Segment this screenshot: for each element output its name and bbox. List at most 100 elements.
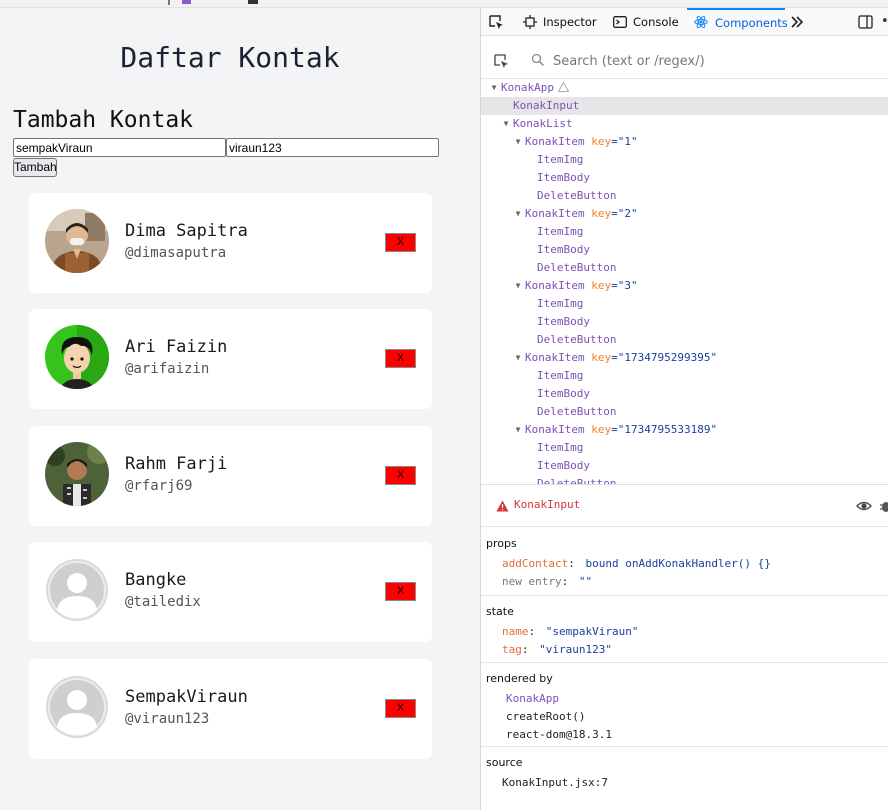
tree-row[interactable]: DeleteButton [481,403,888,421]
tree-row[interactable]: ▼ KonakItem key="2" [481,205,888,223]
tree-row[interactable]: ▼ KonakItem key="1" [481,133,888,151]
component-node: ItemBody [537,313,590,331]
contact-tag: @arifaizin [125,361,210,377]
expand-arrow-icon[interactable]: ▼ [513,349,523,367]
devtools-pane: Inspector Console Components • Search (t… [480,8,888,810]
rendered-by-version: react-dom@18.3.1 [506,728,612,741]
state-row[interactable]: name: "sempakViraun" [502,625,638,638]
source-section: source KonakInput.jsx:7 [481,747,888,810]
expand-arrow-icon[interactable]: ▼ [513,277,523,295]
tab-components[interactable]: Components [687,8,788,36]
avatar-photo-icon [45,442,109,506]
tree-row[interactable]: ItemImg [481,151,888,169]
key-attr-label: key [591,135,612,148]
tree-row[interactable]: KonakInput [481,97,888,115]
component-node-name: KonakItem [525,279,585,292]
tree-row[interactable]: DeleteButton [481,331,888,349]
tree-row[interactable]: ▼ KonakItem key="3" [481,277,888,295]
component-node: ItemBody [537,385,590,403]
tree-row[interactable]: ItemBody [481,457,888,475]
delete-button[interactable]: X [385,582,416,601]
expand-arrow-icon[interactable]: ▼ [489,79,499,97]
delete-button[interactable]: X [385,466,416,485]
eye-icon[interactable] [856,499,872,513]
tree-row[interactable]: ItemBody [481,241,888,259]
expand-arrow-icon[interactable]: ▼ [513,205,523,223]
tree-row[interactable]: DeleteButton [481,187,888,205]
strip-mark [182,0,191,4]
tree-row[interactable]: ▼ KonakItem key="1734795533189" [481,421,888,439]
source-location[interactable]: KonakInput.jsx:7 [502,776,608,789]
avatar [45,325,109,389]
tree-row[interactable]: ItemImg [481,367,888,385]
delete-button[interactable]: X [385,233,416,252]
search-icon [531,53,544,66]
delete-button[interactable]: X [385,349,416,368]
component-node: ItemImg [537,151,583,169]
component-node-name: ItemBody [537,459,590,472]
overflow-menu-icon[interactable]: • [881,14,888,30]
component-node: DeleteButton [537,331,616,349]
tree-row[interactable]: ▼ KonakApp [481,79,888,97]
selected-component-header: KonakInput [481,485,888,527]
prop-row[interactable]: new entry: "" [502,575,592,588]
state-value: "sempakViraun" [545,625,639,638]
default-user-icon [46,559,108,621]
component-node: ItemImg [537,367,583,385]
component-tree: ▼ KonakApp KonakInput ▼ KonakList ▼ KonakItem … [481,79,888,484]
tag-input[interactable] [226,138,439,157]
contact-name: Rahm Farji [125,454,228,474]
tree-row[interactable]: ItemImg [481,223,888,241]
avatar-cartoon-icon [45,325,109,389]
contact-card: Bangke @tailedix X [29,542,432,642]
expand-arrow-icon[interactable]: ▼ [513,133,523,151]
tree-row[interactable]: ItemImg [481,295,888,313]
tree-row[interactable]: DeleteButton [481,475,888,484]
contact-tag: @rfarj69 [125,478,193,494]
expand-arrow-icon[interactable]: ▼ [513,421,523,439]
add-contact-button[interactable]: Tambah [13,158,57,177]
strip-mark [248,0,258,4]
expand-arrow-icon[interactable]: ▼ [501,115,511,133]
state-key: tag [502,643,522,656]
prop-value: "" [578,575,593,588]
tree-row[interactable]: DeleteButton [481,259,888,277]
selected-component-name: KonakInput [514,498,581,511]
tree-row[interactable]: ItemBody [481,169,888,187]
dock-side-icon[interactable] [858,14,874,30]
component-node-name: KonakItem [525,135,585,148]
tree-row[interactable]: ▼ KonakItem key="1734795299395" [481,349,888,367]
contact-card: Dima Sapitra @dimasaputra X [29,193,432,293]
key-attr-equals: = [611,279,618,292]
contact-name: SempakViraun [125,687,248,707]
component-node-name: ItemImg [537,441,584,454]
tree-row[interactable]: ItemBody [481,313,888,331]
avatar [45,675,109,739]
name-input[interactable] [13,138,226,157]
rendered-by-owner[interactable]: KonakApp [506,692,559,705]
key-attr-label: key [591,207,612,220]
component-node: ItemImg [537,439,583,457]
key-attr-equals: = [611,351,618,364]
contact-card: SempakViraun @viraun123 X [29,659,432,759]
prop-value: bound onAddKonakHandler() {} [585,557,771,570]
component-node: KonakItem key="3" [525,277,638,295]
tree-row[interactable]: ItemBody [481,385,888,403]
tab-inspector[interactable]: Inspector [523,8,597,36]
state-row[interactable]: tag: "viraun123" [502,643,612,656]
bug-icon[interactable] [880,499,888,513]
component-node: KonakInput [513,97,579,115]
element-picker-icon[interactable] [488,14,504,30]
tab-console[interactable]: Console [613,8,679,36]
props-section: props addContact: bound onAddKonakHandle… [481,527,888,596]
component-node-name: KonakItem [525,207,585,220]
more-tabs-chevron-icon[interactable] [790,15,804,29]
component-search-input[interactable] [553,51,873,71]
tree-row[interactable]: ItemImg [481,439,888,457]
delete-button[interactable]: X [385,699,416,718]
tree-row[interactable]: ▼ KonakList [481,115,888,133]
avatar-photo-icon [45,209,109,273]
select-component-icon[interactable] [493,53,509,69]
prop-row[interactable]: addContact: bound onAddKonakHandler() {} [502,557,771,570]
component-node-name: ItemImg [537,369,584,382]
